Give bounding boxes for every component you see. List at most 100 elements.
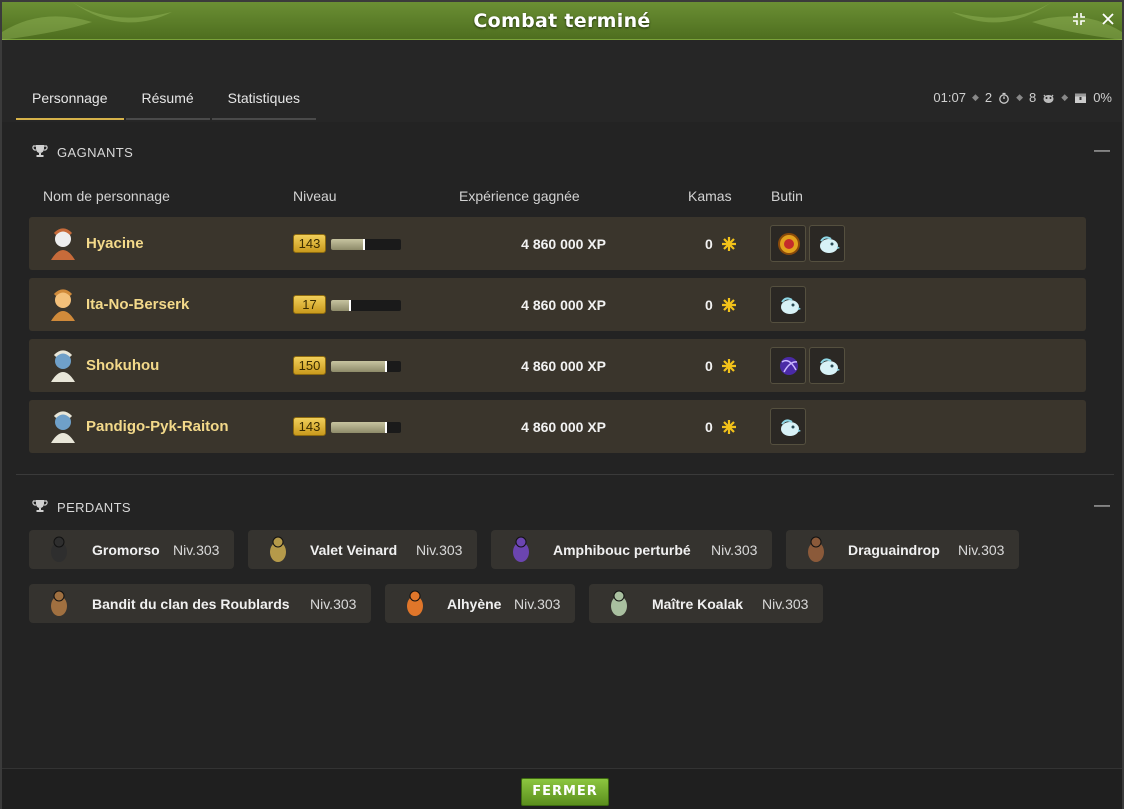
- ghost-bird-icon: [781, 297, 801, 314]
- trophy-icon: [32, 500, 48, 512]
- xp-gained: 4 860 000 XP: [521, 358, 606, 374]
- kama-icon: [722, 298, 736, 312]
- monster-chip[interactable]: Draguaindrop Niv.303: [786, 530, 1019, 569]
- character-avatar-icon: [51, 289, 75, 321]
- tab-resume[interactable]: Résumé: [125, 88, 210, 120]
- loot-item[interactable]: [770, 286, 806, 323]
- monster-name: Gromorso: [92, 542, 160, 558]
- xp-gained: 4 860 000 XP: [521, 236, 606, 252]
- tab-personnage[interactable]: Personnage: [16, 88, 124, 120]
- level-progress-fill: [331, 422, 387, 433]
- monster-chip[interactable]: Valet Veinard Niv.303: [248, 530, 477, 569]
- turn-count: 2: [984, 90, 993, 105]
- level-progress-bar: [331, 300, 401, 311]
- level-badge: 150: [293, 356, 326, 375]
- level-progress-bar: [331, 239, 401, 250]
- level-progress-bar: [331, 361, 401, 372]
- level-badge: 17: [293, 295, 326, 314]
- monster-name: Amphibouc perturbé: [553, 542, 691, 558]
- ghost-bird-icon: [820, 236, 840, 253]
- kama-icon: [722, 420, 736, 434]
- character-name: Ita-No-Berserk: [86, 296, 190, 313]
- character-name: Shokuhou: [86, 357, 160, 374]
- monster-chip[interactable]: Gromorso Niv.303: [29, 530, 234, 569]
- loot-list: [770, 286, 806, 323]
- tab-bar: Personnage Résumé Statistiques: [16, 88, 318, 120]
- separator-dot: ◆: [1016, 92, 1024, 102]
- winner-row[interactable]: Pandigo-Pyk-Raiton 143 4 860 000 XP 0: [29, 400, 1086, 453]
- loot-item[interactable]: [770, 347, 806, 384]
- challenge-percent: 0%: [1093, 90, 1112, 105]
- monster-level: Niv.303: [310, 596, 357, 612]
- monster-chip[interactable]: Bandit du clan des Roublards Niv.303: [29, 584, 371, 623]
- loot-item[interactable]: [770, 225, 806, 262]
- winners-title: GAGNANTS: [57, 145, 134, 160]
- monster-portrait-icon: [407, 590, 423, 616]
- losers-header: PERDANTS —: [16, 497, 1114, 517]
- title-bar: Combat terminé: [2, 2, 1122, 40]
- monster-chip[interactable]: Maître Koalak Niv.303: [589, 584, 823, 623]
- monster-portrait-icon: [270, 536, 286, 562]
- winner-row[interactable]: Shokuhou 150 4 860 000 XP 0: [29, 339, 1086, 392]
- winner-row[interactable]: Hyacine 143 4 860 000 XP 0: [29, 217, 1086, 270]
- monster-icon: [1043, 94, 1054, 103]
- tabs-area: Personnage Résumé Statistiques 01:07 ◆ 2…: [2, 40, 1122, 122]
- challenge-chest-icon: [1075, 93, 1087, 103]
- monster-name: Maître Koalak: [652, 596, 744, 612]
- xp-gained: 4 860 000 XP: [521, 419, 606, 435]
- level-badge: 143: [293, 234, 326, 253]
- monster-chip[interactable]: Amphibouc perturbé Niv.303: [491, 530, 772, 569]
- loot-list: [770, 408, 806, 445]
- monster-name: Valet Veinard: [310, 542, 398, 558]
- loot-item[interactable]: [809, 225, 845, 262]
- separator-dot: ◆: [971, 92, 979, 102]
- losers-title: PERDANTS: [57, 500, 131, 515]
- loot-list: [770, 225, 845, 262]
- medallion-icon: [778, 233, 800, 255]
- fermer-button[interactable]: FERMER: [521, 778, 609, 806]
- ghost-bird-icon: [781, 419, 801, 436]
- collapse-winners-button[interactable]: —: [1094, 142, 1110, 162]
- close-icon[interactable]: [1099, 12, 1117, 30]
- fight-stats: 01:07 ◆ 2 ◆ 8 ◆ 0%: [933, 90, 1112, 105]
- ghost-bird-icon: [820, 358, 840, 375]
- tab-statistiques[interactable]: Statistiques: [211, 88, 317, 120]
- purple-orb-icon: [780, 357, 798, 375]
- level-progress-bar: [331, 422, 401, 433]
- level-progress-fill: [331, 300, 351, 311]
- col-loot: Butin: [771, 188, 803, 204]
- separator-dot: ◆: [1061, 92, 1069, 102]
- monster-portrait-icon: [611, 590, 627, 616]
- monster-level: Niv.303: [958, 542, 1005, 558]
- monster-name: Bandit du clan des Roublards: [92, 596, 290, 612]
- kamas-amount: 0: [705, 358, 713, 374]
- content-area: GAGNANTS — Nom de personnage Niveau Expé…: [16, 122, 1114, 768]
- collapse-losers-button[interactable]: —: [1094, 497, 1110, 517]
- col-name: Nom de personnage: [43, 188, 170, 204]
- monster-level: Niv.303: [173, 542, 220, 558]
- level-progress-fill: [331, 239, 365, 250]
- kamas-amount: 0: [705, 419, 713, 435]
- fight-duration: 01:07: [933, 90, 966, 105]
- col-kamas: Kamas: [688, 188, 732, 204]
- level-badge: 143: [293, 417, 326, 436]
- monster-level: Niv.303: [416, 542, 463, 558]
- kamas-amount: 0: [705, 297, 713, 313]
- loot-item[interactable]: [770, 408, 806, 445]
- xp-gained: 4 860 000 XP: [521, 297, 606, 313]
- monster-name: Alhyène: [447, 596, 502, 612]
- winner-row[interactable]: Ita-No-Berserk 17 4 860 000 XP 0: [29, 278, 1086, 331]
- monster-chip[interactable]: Alhyène Niv.303: [385, 584, 575, 623]
- character-avatar-icon: [51, 411, 75, 443]
- character-name: Hyacine: [86, 235, 144, 252]
- kamas-amount: 0: [705, 236, 713, 252]
- trophy-icon: [32, 145, 48, 157]
- kama-icon: [722, 359, 736, 373]
- character-avatar-icon: [51, 350, 75, 382]
- minimize-icon[interactable]: [1070, 12, 1088, 30]
- monster-level: Niv.303: [762, 596, 809, 612]
- timer-icon: [999, 92, 1009, 104]
- loot-item[interactable]: [809, 347, 845, 384]
- section-divider: [16, 474, 1114, 475]
- loot-list: [770, 347, 845, 384]
